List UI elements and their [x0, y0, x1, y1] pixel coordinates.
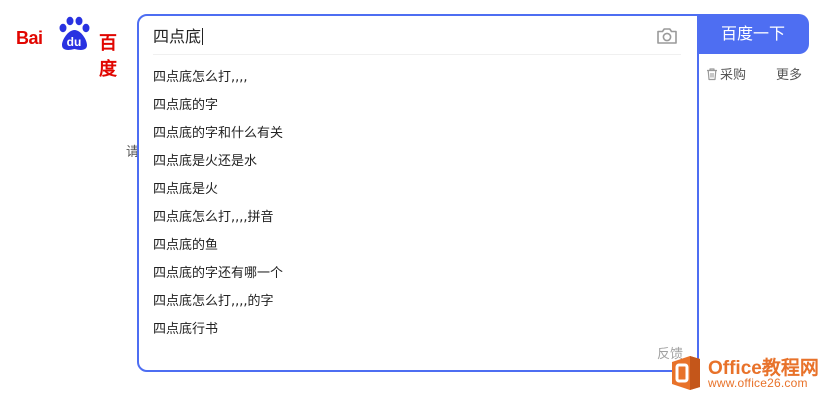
logo-text-chinese: 百度: [99, 33, 117, 80]
camera-icon[interactable]: [655, 26, 679, 46]
search-submit-button[interactable]: 百度一下: [697, 14, 809, 54]
suggestion-item[interactable]: 四点底怎么打,,,,: [153, 64, 283, 92]
office-logo-icon: [672, 356, 700, 390]
text-caret: [202, 28, 204, 45]
nav-label-caigou: 采购: [720, 68, 747, 83]
nav-link-caigou[interactable]: 采购: [705, 67, 746, 85]
baidu-logo[interactable]: Bai du 百度: [16, 16, 120, 80]
suggestion-item[interactable]: 四点底怎么打,,,,的字: [153, 288, 283, 316]
search-box[interactable]: 四点底 四点底怎么打,,,, 四点底的字 四点底的字和什么有关 四点底是火还是水…: [137, 14, 699, 372]
suggestion-item[interactable]: 四点底是火: [153, 176, 283, 204]
left-peek-text: 请: [126, 145, 137, 160]
nav-link-more[interactable]: 更多: [776, 67, 802, 85]
search-input[interactable]: 四点底: [153, 25, 204, 49]
suggestion-item[interactable]: 四点底怎么打,,,,拼音: [153, 204, 283, 232]
watermark: Office教程网 www.office26.com: [668, 352, 828, 396]
suggestion-item[interactable]: 四点底是火还是水: [153, 148, 283, 176]
suggestion-item[interactable]: 四点底的鱼: [153, 232, 283, 260]
logo-text-du: du: [66, 35, 82, 49]
suggestion-item[interactable]: 四点底的字和什么有关: [153, 120, 283, 148]
suggestion-list: 四点底怎么打,,,, 四点底的字 四点底的字和什么有关 四点底是火还是水 四点底…: [153, 64, 283, 344]
watermark-url: www.office26.com: [708, 376, 808, 390]
logo-text-bai: Bai: [16, 28, 43, 48]
suggestion-item[interactable]: 四点底的字: [153, 92, 283, 120]
trash-bin-icon: [707, 68, 717, 81]
suggestion-item[interactable]: 四点底行书: [153, 316, 283, 344]
suggestion-item[interactable]: 四点底的字还有哪一个: [153, 260, 283, 288]
suggestion-divider: [153, 54, 681, 55]
search-query-text: 四点底: [153, 27, 202, 46]
